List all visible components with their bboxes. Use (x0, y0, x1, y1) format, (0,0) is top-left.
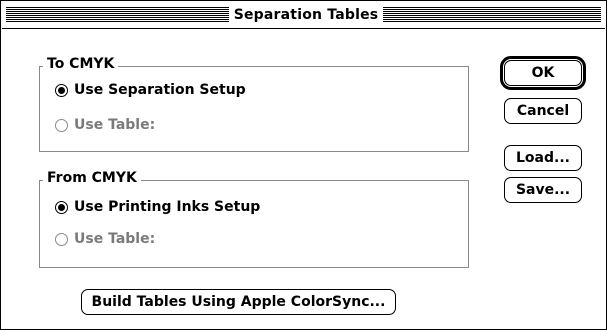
radio-label: Use Printing Inks Setup (74, 199, 261, 215)
load-button[interactable]: Load... (504, 145, 582, 171)
radio-use-printing-inks-setup[interactable]: Use Printing Inks Setup (55, 198, 260, 216)
radio-selected-icon (55, 83, 68, 97)
cancel-button[interactable]: Cancel (504, 98, 582, 124)
title-bar[interactable]: Separation Tables (2, 2, 605, 29)
window-title: Separation Tables (229, 5, 383, 25)
to-cmyk-label: To CMYK (43, 56, 119, 72)
ok-button[interactable]: OK (504, 60, 582, 86)
build-tables-colorsync-button[interactable]: Build Tables Using Apple ColorSync... (81, 289, 396, 315)
radio-label: Use Separation Setup (74, 82, 246, 98)
radio-from-cmyk-use-table[interactable]: Use Table: (55, 230, 155, 248)
radio-unselected-icon (55, 232, 68, 246)
radio-unselected-icon (55, 118, 68, 132)
radio-to-cmyk-use-table[interactable]: Use Table: (55, 116, 155, 134)
radio-label: Use Table: (74, 231, 156, 247)
separation-tables-dialog: Separation Tables To CMYK Use Separation… (0, 0, 607, 330)
to-cmyk-group (39, 66, 469, 152)
radio-label: Use Table: (74, 117, 156, 133)
title-bar-edge (2, 2, 6, 28)
from-cmyk-group (39, 180, 469, 268)
save-button[interactable]: Save... (504, 177, 582, 203)
radio-use-separation-setup[interactable]: Use Separation Setup (55, 81, 246, 99)
from-cmyk-label: From CMYK (43, 170, 141, 186)
title-bar-edge (601, 2, 605, 28)
radio-selected-icon (55, 200, 68, 214)
